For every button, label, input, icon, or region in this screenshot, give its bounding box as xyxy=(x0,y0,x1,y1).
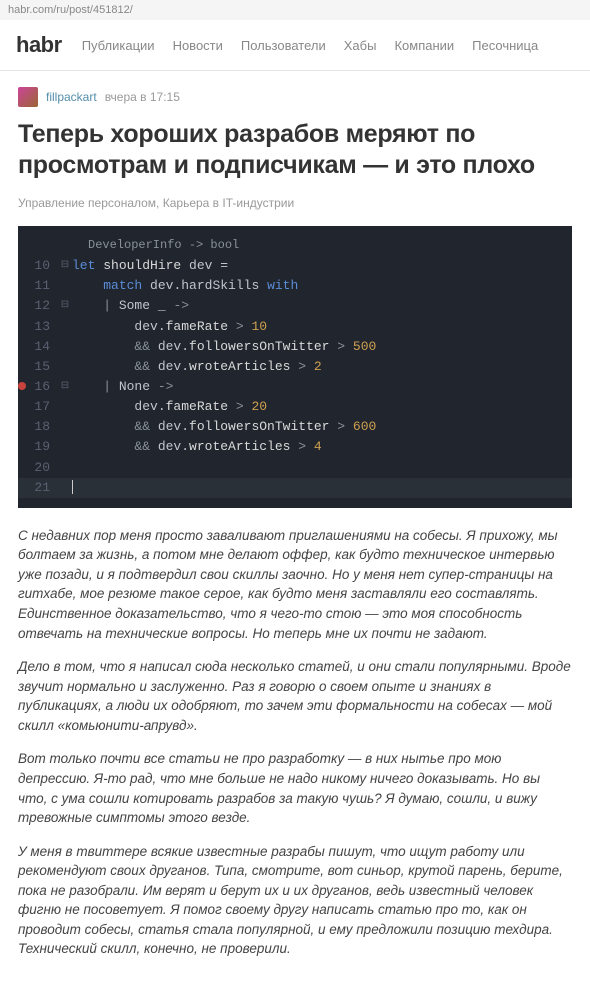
code-line: 20 xyxy=(18,458,572,478)
line-number: 10 xyxy=(28,256,58,276)
author-row: fillpackart вчера в 17:15 xyxy=(18,87,572,107)
code-text: && dev.followersOnTwitter > 600 xyxy=(72,417,376,437)
site-header: habr Публикации Новости Пользователи Хабы Ко… xyxy=(0,20,590,71)
breakpoint-icon[interactable] xyxy=(18,382,26,390)
code-text: && dev.wroteArticles > 2 xyxy=(72,357,322,377)
author-link[interactable]: fillpackart xyxy=(46,90,97,104)
paragraph: Вот только почти все статьи не про разра… xyxy=(18,749,572,827)
code-text: match dev.hardSkills with xyxy=(72,276,298,296)
line-number: 18 xyxy=(28,417,58,437)
fold-icon xyxy=(58,417,72,437)
line-number: 11 xyxy=(28,276,58,296)
nav: Публикации Новости Пользователи Хабы Компани… xyxy=(82,38,539,53)
code-lines: 10⊟let shouldHire dev =11 match dev.hard… xyxy=(18,256,572,498)
fold-icon xyxy=(58,337,72,357)
logo[interactable]: habr xyxy=(16,32,62,58)
page-title: Теперь хороших разрабов меряют по просмо… xyxy=(18,119,572,182)
fold-icon[interactable]: ⊟ xyxy=(58,377,72,397)
code-text: && dev.wroteArticles > 4 xyxy=(72,437,322,457)
line-number: 13 xyxy=(28,317,58,337)
nav-item-5[interactable]: Песочница xyxy=(472,38,538,53)
content: fillpackart вчера в 17:15 Теперь хороших… xyxy=(0,71,590,989)
fold-icon xyxy=(58,357,72,377)
code-line: 21 xyxy=(18,478,572,498)
fold-icon xyxy=(58,397,72,417)
line-number: 20 xyxy=(28,458,58,478)
code-text: dev.fameRate > 20 xyxy=(72,397,267,417)
hub-tags[interactable]: Управление персоналом, Карьера в IT-инду… xyxy=(18,196,572,210)
code-text: let shouldHire dev = xyxy=(72,256,228,276)
code-signature: DeveloperInfo -> bool xyxy=(18,236,572,255)
line-number: 17 xyxy=(28,397,58,417)
article-body: С недавних пор меня просто заваливают пр… xyxy=(18,526,572,959)
code-line: 16⊟ | None -> xyxy=(18,377,572,397)
code-line: 15 && dev.wroteArticles > 2 xyxy=(18,357,572,377)
fold-icon xyxy=(58,437,72,457)
fold-icon xyxy=(58,478,72,498)
nav-item-0[interactable]: Публикации xyxy=(82,38,155,53)
nav-item-4[interactable]: Компании xyxy=(394,38,454,53)
fold-icon xyxy=(58,317,72,337)
line-number: 16 xyxy=(28,377,58,397)
code-line: 13 dev.fameRate > 10 xyxy=(18,317,572,337)
paragraph: С недавних пор меня просто заваливают пр… xyxy=(18,526,572,643)
nav-item-2[interactable]: Пользователи xyxy=(241,38,326,53)
code-block: DeveloperInfo -> bool 10⊟let shouldHire … xyxy=(18,226,572,508)
code-line: 11 match dev.hardSkills with xyxy=(18,276,572,296)
line-number: 21 xyxy=(28,478,58,498)
code-line: 12⊟ | Some _ -> xyxy=(18,296,572,316)
line-number: 19 xyxy=(28,437,58,457)
code-line: 18 && dev.followersOnTwitter > 600 xyxy=(18,417,572,437)
paragraph: Дело в том, что я написал сюда несколько… xyxy=(18,657,572,735)
code-line: 14 && dev.followersOnTwitter > 500 xyxy=(18,337,572,357)
fold-icon xyxy=(58,458,72,478)
code-text xyxy=(72,478,73,498)
fold-icon[interactable]: ⊟ xyxy=(58,256,72,276)
avatar[interactable] xyxy=(18,87,38,107)
url-bar: habr.com/ru/post/451812/ xyxy=(0,0,590,20)
fold-icon[interactable]: ⊟ xyxy=(58,296,72,316)
nav-item-1[interactable]: Новости xyxy=(173,38,223,53)
code-text: && dev.followersOnTwitter > 500 xyxy=(72,337,376,357)
paragraph: У меня в твиттере всякие известные разра… xyxy=(18,842,572,959)
line-number: 12 xyxy=(28,296,58,316)
code-text: | None -> xyxy=(72,377,173,397)
code-line: 19 && dev.wroteArticles > 4 xyxy=(18,437,572,457)
nav-item-3[interactable]: Хабы xyxy=(344,38,377,53)
line-number: 15 xyxy=(28,357,58,377)
code-text: | Some _ -> xyxy=(72,296,189,316)
code-line: 10⊟let shouldHire dev = xyxy=(18,256,572,276)
post-time: вчера в 17:15 xyxy=(105,90,180,104)
code-text: dev.fameRate > 10 xyxy=(72,317,267,337)
code-line: 17 dev.fameRate > 20 xyxy=(18,397,572,417)
fold-icon xyxy=(58,276,72,296)
line-number: 14 xyxy=(28,337,58,357)
